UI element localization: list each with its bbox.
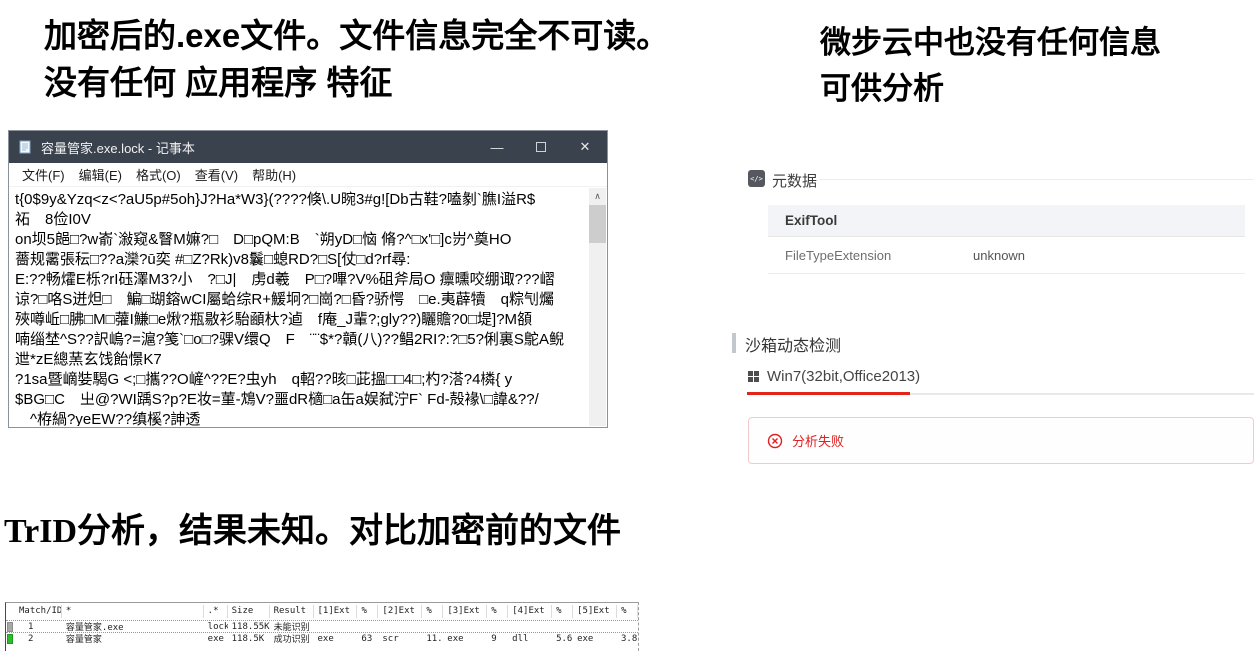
minimize-button[interactable]: —: [475, 131, 519, 163]
sandbox-section-title: 沙箱动态检测: [745, 332, 841, 356]
text-line: on坝5郒□?w嵛`潊窥&瞖M嫲?□ D□pQM:B `朔yD□恼 脩?^□x'…: [15, 230, 587, 250]
menu-file[interactable]: 文件(F): [15, 165, 72, 184]
trid-table: Match/ID * .* Size Result [1]Ext % [2]Ex…: [5, 602, 639, 651]
scroll-up-icon[interactable]: ∧: [589, 188, 606, 205]
row-marker-green: [7, 634, 13, 644]
menu-view[interactable]: 查看(V): [188, 165, 245, 184]
text-line: $BG□C 㞢@?WI踽S?p?E妆=菫-鴆V?噩dR㰅□a缶a娱弑泞F` Fd…: [15, 390, 587, 410]
table-row-locked-file[interactable]: 1 容量管家.exe lock 118.55K 未能识别: [6, 620, 638, 632]
cell: exe: [314, 634, 358, 644]
cell: 63: [357, 634, 378, 644]
scrollbar-thumb[interactable]: [589, 205, 606, 243]
column-header: %: [552, 605, 573, 618]
cell: 5.6: [552, 634, 573, 644]
notepad-text-area[interactable]: t{0$9y&Yzq<z<?aU5p#5oh}J?Ha*W3}(????倏\.U…: [10, 188, 589, 426]
metadata-value: unknown: [973, 248, 1025, 263]
notepad-icon: [17, 139, 33, 155]
metadata-table: ExifTool FileTypeExtension unknown: [768, 205, 1245, 274]
column-header: [1]Ext: [314, 605, 358, 618]
text-line: t{0$9y&Yzq<z<?aU5p#5oh}J?Ha*W3}(????倏\.U…: [15, 190, 587, 210]
section-divider: [820, 179, 1254, 180]
cell: 118.5K: [228, 634, 270, 644]
tab-track-line: [910, 393, 1254, 395]
metadata-tool-name: ExifTool: [785, 213, 837, 228]
section-accent-bar: [732, 333, 736, 353]
heading-line: 可供分析: [820, 66, 1250, 112]
menu-edit[interactable]: 编辑(E): [72, 165, 129, 184]
cell: 容量管家: [62, 632, 204, 645]
heading-threatbook: 微步云中也没有任何信息 可供分析: [820, 20, 1250, 112]
vertical-scrollbar[interactable]: ∧: [589, 188, 606, 426]
active-tab-underline: [747, 392, 910, 395]
text-line: 薔规霱張秐□??a灤?ū奕 #□Z?Rk)v8鬤□螅RD?□S[仗□d?rf尋:: [15, 250, 587, 270]
column-header: [3]Ext: [443, 605, 487, 618]
column-header: [5]Ext: [573, 605, 617, 618]
text-line: ^栫緺?yeEW??缜榽?訷透: [15, 410, 587, 426]
text-line: ?1sa暨㠃娤騔G <;□攜??O嵼^??E?虫yh q軺??晐□茈搵□□4□;…: [15, 370, 587, 390]
maximize-button[interactable]: [519, 131, 563, 163]
window-title: 容量管家.exe.lock - 记事本: [41, 138, 475, 157]
heading-line: 没有任何 应用程序 特征: [44, 59, 764, 106]
cell: 9: [487, 634, 508, 644]
notepad-menubar: 文件(F) 编辑(E) 格式(O) 查看(V) 帮助(H): [9, 163, 607, 187]
cell: dll: [508, 634, 552, 644]
table-row-original-file[interactable]: 2 容量管家 exe 118.5K 成功识别 exe 63 scr 11.3 e…: [6, 632, 638, 644]
metadata-section-title: 元数据: [772, 170, 817, 191]
column-header: %: [422, 605, 443, 618]
cell: 2: [15, 634, 62, 644]
metadata-table-header: ExifTool: [768, 205, 1245, 237]
column-header: .*: [204, 605, 228, 618]
column-header: *: [62, 605, 204, 618]
notepad-titlebar[interactable]: 容量管家.exe.lock - 记事本 — ✕: [9, 131, 607, 163]
column-header: Match/ID: [15, 605, 62, 618]
cell: exe: [573, 634, 617, 644]
heading-line: 加密后的.exe文件。文件信息完全不可读。: [44, 12, 764, 59]
heading-line: 微步云中也没有任何信息: [820, 20, 1250, 66]
text-line: 祏 8俭I0V: [15, 210, 587, 230]
text-line: 谅?□咯S迸炟□ 鯿□瑚鎔wCI屬蛤综R+鰀坰?□崗?□昏?骄愕 □e.夷薜犢 …: [15, 290, 587, 310]
cell: lock: [204, 622, 228, 632]
tab-win7[interactable]: Win7(32bit,Office2013): [748, 368, 920, 385]
column-header: %: [487, 605, 508, 618]
alert-text: 分析失败: [792, 431, 844, 450]
column-header: [4]Ext: [508, 605, 552, 618]
menu-format[interactable]: 格式(O): [129, 165, 188, 184]
cell: exe: [443, 634, 487, 644]
cell: 118.55K: [228, 622, 270, 632]
column-header: Result: [270, 605, 314, 618]
table-row: FileTypeExtension unknown: [768, 237, 1245, 274]
close-button[interactable]: ✕: [563, 131, 607, 163]
column-header: [2]Ext: [378, 605, 422, 618]
metadata-key: FileTypeExtension: [785, 248, 973, 263]
cell: 1: [15, 622, 62, 632]
cell: 3.8: [617, 634, 638, 644]
analysis-failed-alert: 分析失败: [748, 417, 1254, 464]
slide-canvas: 加密后的.exe文件。文件信息完全不可读。 没有任何 应用程序 特征 微步云中也…: [0, 0, 1254, 651]
code-icon: </>: [748, 170, 765, 187]
heading-trid: TrID分析，结果未知。对比加密前的文件: [4, 510, 764, 554]
maximize-icon: [536, 142, 546, 152]
column-header: %: [357, 605, 378, 618]
notepad-window: 容量管家.exe.lock - 记事本 — ✕ 文件(F) 编辑(E) 格式(O…: [8, 130, 608, 428]
text-line: 喃缁埜^S??訳嵨?=滬?䇳`□o□?骒V缳Q F ¨¨$*?贑(八)??鲳2R…: [15, 330, 587, 350]
text-line: E:??畅㸌E栎?rI砡澤M3?小 ?□J| 虏d羲 P□?嗶?V%砠斧局O 癝…: [15, 270, 587, 290]
column-header: %: [617, 605, 638, 618]
heading-encrypted-exe: 加密后的.exe文件。文件信息完全不可读。 没有任何 应用程序 特征: [44, 12, 764, 106]
text-line: 殎噂岴□胇□M□虇I鰜□e煍?瓶敭衫駘顄杕?逌 f庵_J輩?;gly??)矖贍?…: [15, 310, 587, 330]
cell: 11.3: [422, 634, 443, 644]
cell: 成功识别: [270, 632, 314, 645]
cell: exe: [204, 634, 228, 644]
error-circle-icon: [767, 433, 783, 449]
row-marker-gray: [7, 622, 13, 632]
trid-header-row: Match/ID * .* Size Result [1]Ext % [2]Ex…: [6, 603, 638, 620]
tab-label: Win7(32bit,Office2013): [767, 368, 920, 385]
menu-help[interactable]: 帮助(H): [245, 165, 303, 184]
column-header: Size: [228, 605, 270, 618]
text-line: 迣*zE總蓔玄饯飴憬K7: [15, 350, 587, 370]
windows-logo-icon: [748, 371, 759, 382]
cell: scr: [378, 634, 422, 644]
